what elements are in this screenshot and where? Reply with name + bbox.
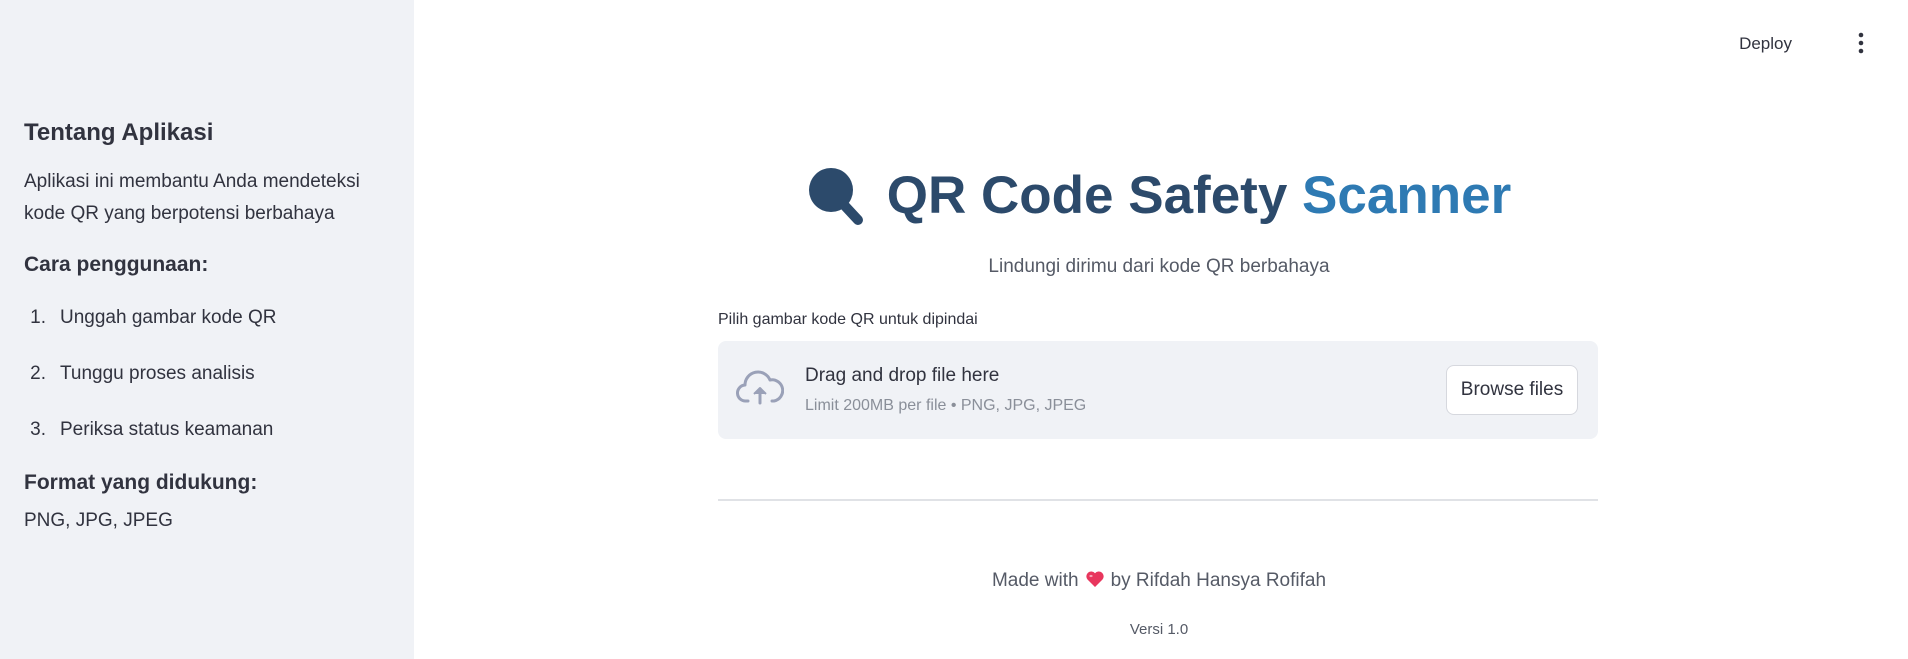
- cloud-upload-icon: [736, 369, 785, 409]
- footer-made-with: Made with: [991, 570, 1079, 591]
- formats-text: PNG, JPG, JPEG: [24, 510, 173, 531]
- heart-icon: [1085, 570, 1105, 588]
- dropzone-title: Drag and drop file here: [805, 365, 1000, 386]
- deploy-button[interactable]: Deploy: [1731, 28, 1800, 60]
- title-part-primary: QR Code Safety: [886, 166, 1288, 225]
- formats-heading: Format yang didukung:: [24, 471, 258, 494]
- uploader-label: Pilih gambar kode QR untuk dipindai: [718, 311, 978, 328]
- step-label: Tunggu proses analisis: [60, 363, 255, 384]
- step-number: 1.: [30, 307, 46, 328]
- step-label: Periksa status keamanan: [60, 419, 274, 440]
- file-dropzone[interactable]: Drag and drop file here Limit 200MB per …: [718, 341, 1598, 439]
- page-subtitle: Lindungi dirimu dari kode QR berbahaya: [988, 256, 1330, 277]
- usage-step: 3. Periksa status keamanan: [24, 402, 390, 458]
- step-number: 2.: [30, 363, 46, 384]
- usage-heading: Cara penggunaan:: [24, 253, 209, 276]
- usage-step: 2. Tunggu proses analisis: [24, 346, 390, 402]
- browse-files-button[interactable]: Browse files: [1446, 365, 1578, 415]
- footer-version: Versi 1.0: [1129, 621, 1189, 638]
- about-text: Aplikasi ini membantu Anda mendeteksi ko…: [24, 171, 360, 224]
- footer-author: by Rifdah Hansya Rofifah: [1110, 570, 1327, 591]
- step-number: 3.: [30, 419, 46, 440]
- footer-credit: Made with by Rifdah Hansya Rofifah: [718, 570, 1600, 592]
- about-heading: Tentang Aplikasi: [24, 119, 214, 146]
- vertical-ellipsis-icon[interactable]: [1854, 30, 1868, 56]
- sidebar: Tentang Aplikasi Aplikasi ini membantu A…: [0, 0, 414, 659]
- divider: [718, 499, 1598, 501]
- usage-step: 1. Unggah gambar kode QR: [24, 290, 390, 346]
- magnifier-icon: [807, 166, 865, 226]
- dropzone-limit: Limit 200MB per file • PNG, JPG, JPEG: [805, 397, 1087, 414]
- page-title: QR Code Safety Scanner: [887, 160, 1511, 232]
- page-title-row: QR Code Safety Scanner: [718, 160, 1600, 232]
- title-part-accent: Scanner: [1302, 166, 1512, 225]
- app-root: Tentang Aplikasi Aplikasi ini membantu A…: [0, 0, 1908, 659]
- usage-steps-list: 1. Unggah gambar kode QR 2. Tunggu prose…: [24, 290, 390, 458]
- app-header: Deploy: [414, 0, 1908, 84]
- step-label: Unggah gambar kode QR: [60, 307, 277, 328]
